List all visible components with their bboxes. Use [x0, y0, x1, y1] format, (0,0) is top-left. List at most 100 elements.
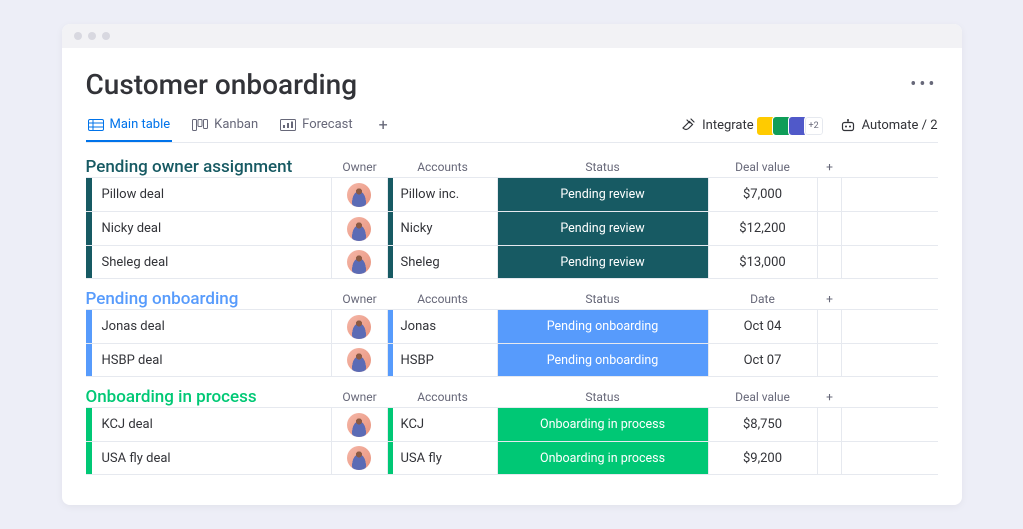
row-status-cell[interactable]: Onboarding in process [498, 442, 708, 474]
automate-button[interactable]: Automate / 2 [840, 118, 938, 133]
row-account-cell[interactable]: HSBP [388, 344, 498, 376]
avatar [347, 348, 371, 372]
more-menu[interactable]: ••• [910, 74, 937, 95]
row-status-cell[interactable]: Onboarding in process [498, 408, 708, 441]
table-row[interactable]: Jonas deal JonasPending onboardingOct 04 [86, 309, 938, 343]
account-name: Pillow inc. [393, 178, 497, 211]
row-name-cell[interactable]: KCJ deal [92, 408, 332, 441]
row-value-cell[interactable]: $13,000 [708, 246, 818, 278]
tab-label: Forecast [302, 117, 352, 132]
integration-extra-count: +2 [804, 116, 824, 136]
table-row[interactable]: USA fly deal USA flyOnboarding in process… [86, 441, 938, 475]
row-account-cell[interactable]: KCJ [388, 408, 498, 441]
row-name-cell[interactable]: Sheleg deal [92, 246, 332, 278]
row-account-cell[interactable]: Jonas [388, 310, 498, 343]
account-name: Sheleg [393, 246, 497, 278]
row-extra-cell [818, 344, 842, 376]
tab-kanban[interactable]: Kanban [190, 109, 260, 142]
table-row[interactable]: Nicky deal NickyPending review$12,200 [86, 211, 938, 245]
board-title: Customer onboarding [86, 68, 358, 101]
account-name: KCJ [393, 408, 497, 441]
add-column-button[interactable]: + [818, 390, 842, 404]
column-header-status[interactable]: Status [498, 292, 708, 306]
add-view-button[interactable]: + [373, 109, 394, 142]
column-header-accounts[interactable]: Accounts [388, 390, 498, 404]
table-row[interactable]: Pillow deal Pillow inc.Pending review$7,0… [86, 177, 938, 211]
integrate-label: Integrate [702, 118, 754, 133]
window-dot [74, 32, 82, 40]
column-header-last[interactable]: Date [708, 292, 818, 306]
row-owner-cell[interactable] [332, 442, 388, 474]
column-header-last[interactable]: Deal value [708, 390, 818, 404]
row-name-cell[interactable]: Jonas deal [92, 310, 332, 343]
row-status-cell[interactable]: Pending review [498, 212, 708, 245]
row-owner-cell[interactable] [332, 344, 388, 376]
column-header-status[interactable]: Status [498, 390, 708, 404]
kanban-icon [192, 118, 208, 132]
view-tabs-row: Main table Kanban Forecast + [86, 109, 938, 143]
table-row[interactable]: Sheleg deal ShelegPending review$13,000 [86, 245, 938, 279]
account-name: Nicky [393, 212, 497, 245]
row-value-cell[interactable]: $8,750 [708, 408, 818, 441]
row-value-cell[interactable]: $12,200 [708, 212, 818, 245]
row-owner-cell[interactable] [332, 310, 388, 343]
table-row[interactable]: HSBP deal HSBPPending onboardingOct 07 [86, 343, 938, 377]
avatar [347, 446, 371, 470]
board-header: Customer onboarding ••• [86, 68, 938, 101]
avatar [347, 413, 371, 437]
row-value-cell[interactable]: $9,200 [708, 442, 818, 474]
column-header-owner[interactable]: Owner [332, 292, 388, 306]
row-name-cell[interactable]: HSBP deal [92, 344, 332, 376]
row-status-cell[interactable]: Pending review [498, 246, 708, 278]
row-account-cell[interactable]: Pillow inc. [388, 178, 498, 211]
row-value-cell[interactable]: $7,000 [708, 178, 818, 211]
column-header-accounts[interactable]: Accounts [388, 292, 498, 306]
table-icon [88, 118, 104, 132]
row-account-cell[interactable]: Nicky [388, 212, 498, 245]
row-name-cell[interactable]: Nicky deal [92, 212, 332, 245]
avatar [347, 315, 371, 339]
row-extra-cell [818, 442, 842, 474]
row-owner-cell[interactable] [332, 178, 388, 211]
chart-icon [280, 118, 296, 132]
row-owner-cell[interactable] [332, 212, 388, 245]
row-extra-cell [818, 212, 842, 245]
tab-main-table[interactable]: Main table [86, 109, 173, 142]
account-name: Jonas [393, 310, 497, 343]
column-header-owner[interactable]: Owner [332, 390, 388, 404]
row-account-cell[interactable]: USA fly [388, 442, 498, 474]
row-name-cell[interactable]: Pillow deal [92, 178, 332, 211]
group-title[interactable]: Pending owner assignment [86, 157, 332, 177]
account-name: USA fly [393, 442, 497, 474]
row-value-cell[interactable]: Oct 07 [708, 344, 818, 376]
row-status-cell[interactable]: Pending onboarding [498, 310, 708, 343]
tab-label: Kanban [214, 117, 258, 132]
group: Onboarding in processOwnerAccountsStatus… [86, 387, 938, 475]
row-account-cell[interactable]: Sheleg [388, 246, 498, 278]
board-content: Customer onboarding ••• Main table Kanba… [62, 48, 962, 505]
window-dot [102, 32, 110, 40]
row-owner-cell[interactable] [332, 246, 388, 278]
add-column-button[interactable]: + [818, 160, 842, 174]
row-extra-cell [818, 178, 842, 211]
add-column-button[interactable]: + [818, 292, 842, 306]
group: Pending owner assignmentOwnerAccountsSta… [86, 157, 938, 279]
row-extra-cell [818, 310, 842, 343]
integrate-button[interactable]: Integrate +2 [681, 116, 824, 136]
row-status-cell[interactable]: Pending onboarding [498, 344, 708, 376]
plug-icon [681, 118, 696, 133]
window-dot [88, 32, 96, 40]
column-header-status[interactable]: Status [498, 160, 708, 174]
tab-forecast[interactable]: Forecast [278, 109, 354, 142]
group: Pending onboardingOwnerAccountsStatusDat… [86, 289, 938, 377]
column-header-owner[interactable]: Owner [332, 160, 388, 174]
row-value-cell[interactable]: Oct 04 [708, 310, 818, 343]
column-header-last[interactable]: Deal value [708, 160, 818, 174]
row-name-cell[interactable]: USA fly deal [92, 442, 332, 474]
row-status-cell[interactable]: Pending review [498, 178, 708, 211]
column-header-accounts[interactable]: Accounts [388, 160, 498, 174]
group-title[interactable]: Pending onboarding [86, 289, 332, 309]
group-title[interactable]: Onboarding in process [86, 387, 332, 407]
row-owner-cell[interactable] [332, 408, 388, 441]
table-row[interactable]: KCJ deal KCJOnboarding in process$8,750 [86, 407, 938, 441]
